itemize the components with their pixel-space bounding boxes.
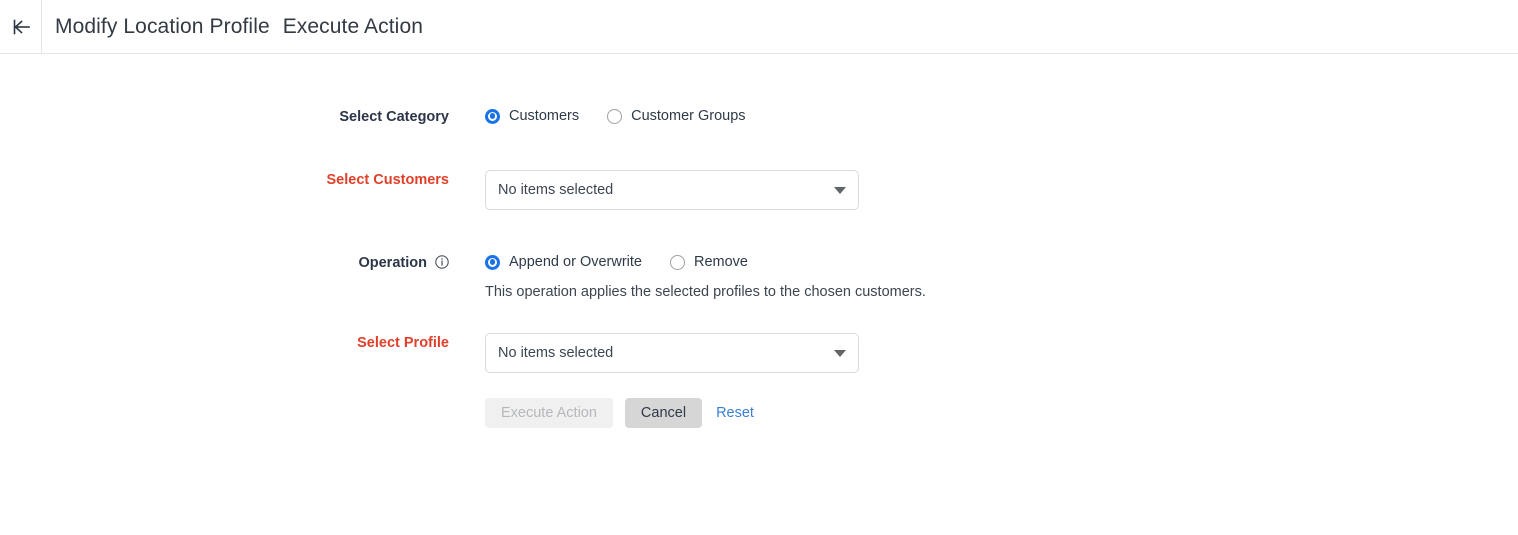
radio-operation-append-or-overwrite[interactable]: Append or Overwrite bbox=[485, 253, 642, 271]
control-select-profile: No items selected bbox=[485, 333, 1518, 373]
page-header: Modify Location Profile Execute Action bbox=[0, 0, 1518, 54]
chevron-down-icon bbox=[834, 187, 846, 194]
label-select-profile: Select Profile bbox=[0, 333, 485, 353]
control-operation: Append or Overwrite Remove This operatio… bbox=[485, 253, 1518, 300]
actions-label-spacer bbox=[0, 398, 485, 399]
radio-category-customer-groups-label: Customer Groups bbox=[631, 107, 745, 125]
back-button[interactable] bbox=[0, 0, 42, 53]
select-profile-value: No items selected bbox=[498, 345, 826, 361]
field-operation: Operation Append or Overwrite Remove bbox=[0, 253, 1518, 300]
control-select-customers: No items selected bbox=[485, 170, 1518, 210]
radio-operation-append-label: Append or Overwrite bbox=[509, 253, 642, 271]
operation-helper-text: This operation applies the selected prof… bbox=[485, 284, 1518, 300]
info-icon[interactable] bbox=[435, 255, 449, 275]
field-select-category: Select Category Customers Customer Group… bbox=[0, 107, 1518, 127]
label-select-category: Select Category bbox=[0, 107, 485, 127]
button-row: Execute Action Cancel Reset bbox=[485, 398, 1518, 428]
control-form-actions: Execute Action Cancel Reset bbox=[485, 398, 1518, 428]
radio-unselected-icon bbox=[670, 255, 685, 270]
label-operation: Operation bbox=[0, 253, 485, 275]
radio-group-category: Customers Customer Groups bbox=[485, 107, 1518, 125]
label-select-customers: Select Customers bbox=[0, 170, 485, 190]
back-arrow-icon bbox=[10, 16, 32, 38]
chevron-down-icon bbox=[834, 350, 846, 357]
radio-operation-remove[interactable]: Remove bbox=[670, 253, 748, 271]
radio-group-operation: Append or Overwrite Remove bbox=[485, 253, 1518, 271]
field-select-customers: Select Customers No items selected bbox=[0, 170, 1518, 210]
form-actions-row: Execute Action Cancel Reset bbox=[0, 398, 1518, 428]
radio-category-customers-label: Customers bbox=[509, 107, 579, 125]
radio-selected-icon bbox=[485, 255, 500, 270]
page-title-main: Modify Location Profile bbox=[55, 15, 270, 38]
execute-action-button[interactable]: Execute Action bbox=[485, 398, 613, 428]
radio-selected-icon bbox=[485, 109, 500, 124]
reset-link[interactable]: Reset bbox=[716, 405, 754, 421]
page-title-action: Execute Action bbox=[283, 15, 423, 38]
page-title: Modify Location Profile Execute Action bbox=[55, 15, 423, 39]
field-select-profile: Select Profile No items selected bbox=[0, 333, 1518, 373]
select-profile-dropdown[interactable]: No items selected bbox=[485, 333, 859, 373]
radio-category-customer-groups[interactable]: Customer Groups bbox=[607, 107, 745, 125]
radio-operation-remove-label: Remove bbox=[694, 253, 748, 271]
control-select-category: Customers Customer Groups bbox=[485, 107, 1518, 125]
label-operation-text: Operation bbox=[358, 255, 426, 271]
cancel-button[interactable]: Cancel bbox=[625, 398, 702, 428]
radio-unselected-icon bbox=[607, 109, 622, 124]
radio-category-customers[interactable]: Customers bbox=[485, 107, 579, 125]
select-customers-value: No items selected bbox=[498, 182, 826, 198]
form-area: Select Category Customers Customer Group… bbox=[0, 54, 1518, 428]
select-customers-dropdown[interactable]: No items selected bbox=[485, 170, 859, 210]
header-title-wrap: Modify Location Profile Execute Action bbox=[42, 0, 423, 53]
